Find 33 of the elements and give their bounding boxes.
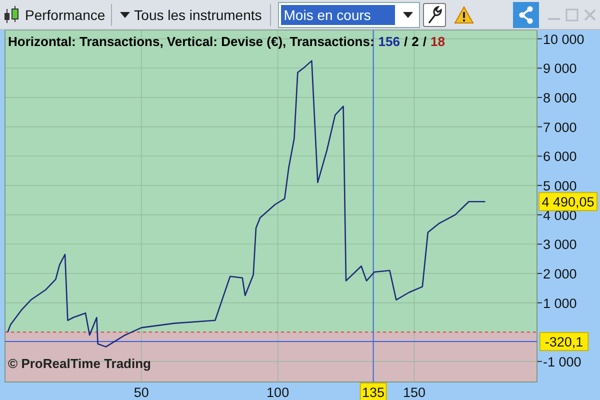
wrench-icon <box>426 6 442 24</box>
period-select[interactable]: Mois en cours <box>278 2 419 26</box>
y-axis-label: 6 000 <box>543 149 577 164</box>
count-separator: / <box>422 34 426 49</box>
share-icon <box>517 6 535 24</box>
y-axis-label: 1 000 <box>543 296 577 311</box>
y-axis-label: 5 000 <box>543 178 577 194</box>
share-button[interactable] <box>513 2 539 28</box>
copyright-watermark: © ProRealTime Trading <box>8 356 151 371</box>
x-axis-label: 100 <box>266 385 290 400</box>
y-axis-label: 8 000 <box>543 90 577 106</box>
instrument-menu[interactable]: Tous les instruments <box>118 6 264 22</box>
transaction-count: 2 <box>412 34 419 49</box>
y-axis-label: -1 000 <box>543 354 582 370</box>
caret-icon <box>120 12 130 18</box>
y-axis-label: 2 000 <box>543 266 577 282</box>
y-axis-label: 3 000 <box>543 237 577 252</box>
window-title: Performance <box>25 6 106 22</box>
last-value-badge: 4 490,05 <box>538 192 598 212</box>
count-separator: / <box>404 34 408 49</box>
x-axis-label: 150 <box>402 385 426 400</box>
level-badge: -320,1 <box>540 332 588 352</box>
settings-button[interactable] <box>422 2 446 26</box>
y-axis-label: 7 000 <box>543 120 577 135</box>
cursor-badge: 135 <box>360 382 387 400</box>
y-axis-label: 10 000 <box>543 32 584 47</box>
warning-icon[interactable] <box>454 6 474 24</box>
chart-legend: Horizontal: Transactions, Vertical: Devise (€), Transactions: <box>8 34 374 49</box>
transaction-count: 18 <box>430 34 445 49</box>
x-axis-label: 50 <box>134 385 149 400</box>
candlestick-icon <box>3 4 21 24</box>
y-axis-label: 9 000 <box>543 61 577 76</box>
transaction-count: 156 <box>378 34 400 49</box>
